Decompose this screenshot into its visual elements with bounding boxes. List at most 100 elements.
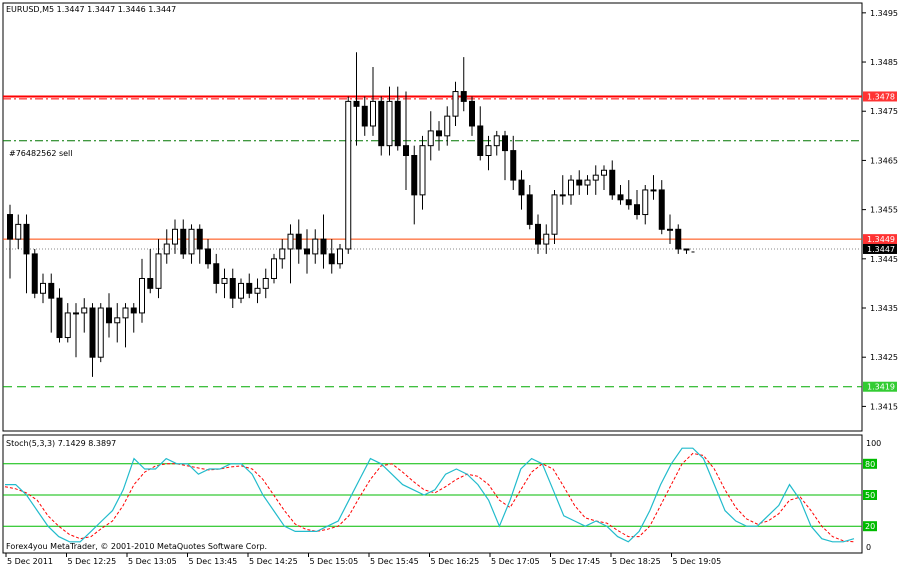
candle-body[interactable]	[543, 233, 550, 245]
candle-body[interactable]	[642, 189, 649, 216]
candle-body[interactable]	[205, 248, 211, 265]
candle-body[interactable]	[658, 189, 665, 230]
candle-body[interactable]	[180, 228, 187, 255]
candle-body[interactable]	[221, 277, 228, 284]
candle-body[interactable]	[551, 194, 558, 235]
candle-body[interactable]	[559, 194, 566, 197]
order-label: #76482562 sell	[9, 149, 73, 158]
candle-body[interactable]	[683, 248, 690, 251]
candle-body[interactable]	[81, 307, 88, 314]
candle-body[interactable]	[122, 307, 129, 319]
time-tick-label: 5 Dec 15:05	[310, 557, 359, 566]
price-tick-label: 1.3445	[870, 255, 898, 264]
candle-body[interactable]	[31, 253, 38, 294]
candle-body[interactable]	[477, 125, 484, 157]
candle-body[interactable]	[617, 194, 624, 201]
candle-body[interactable]	[403, 145, 409, 157]
candle-body[interactable]	[254, 287, 261, 294]
candle-body[interactable]	[337, 248, 343, 265]
candle-body[interactable]	[106, 307, 112, 324]
stoch-level-label: 0	[866, 543, 871, 552]
candle-body[interactable]	[667, 228, 673, 231]
candle-body[interactable]	[40, 282, 46, 294]
candle-body[interactable]	[139, 277, 145, 314]
candle-body[interactable]	[460, 91, 467, 102]
candle-body[interactable]	[361, 105, 368, 127]
candle-body[interactable]	[7, 214, 13, 240]
time-tick-label: 5 Dec 18:25	[612, 557, 661, 566]
candle-body[interactable]	[411, 155, 418, 196]
candle-body[interactable]	[320, 238, 327, 255]
candle-body[interactable]	[394, 100, 401, 147]
candle-body[interactable]	[485, 145, 492, 157]
candle-body[interactable]	[419, 145, 426, 196]
candle-body[interactable]	[229, 277, 236, 299]
candle-body[interactable]	[23, 223, 30, 255]
price-badge-label: 1.3478	[867, 92, 895, 101]
candle-body[interactable]	[378, 100, 385, 147]
candle-body[interactable]	[452, 91, 459, 117]
candle-body[interactable]	[238, 282, 244, 299]
candle-body[interactable]	[518, 179, 525, 196]
trading-chart[interactable]: 1.34951.34851.34751.34651.34551.34451.34…	[0, 0, 899, 570]
candle-body[interactable]	[345, 100, 352, 250]
candle-body[interactable]	[469, 100, 475, 127]
candle-body[interactable]	[246, 282, 253, 294]
candle-body[interactable]	[502, 135, 508, 152]
candle-body[interactable]	[89, 307, 96, 358]
price-panel[interactable]: 1.34951.34851.34751.34651.34551.34451.34…	[2, 2, 898, 432]
price-tick-label: 1.3485	[870, 58, 898, 67]
candle-body[interactable]	[279, 248, 286, 260]
candle-body[interactable]	[535, 223, 541, 245]
candle-body[interactable]	[15, 223, 22, 240]
candle-body[interactable]	[287, 233, 294, 250]
candle-body[interactable]	[163, 243, 170, 255]
candle-body[interactable]	[172, 228, 178, 245]
candle-body[interactable]	[155, 253, 162, 289]
candle-body[interactable]	[114, 317, 121, 324]
candle-body[interactable]	[130, 307, 137, 314]
candle-body[interactable]	[493, 135, 500, 147]
candle-body[interactable]	[592, 174, 599, 181]
candle-body[interactable]	[188, 228, 195, 255]
candle-body[interactable]	[386, 100, 393, 147]
candle-body[interactable]	[526, 194, 533, 225]
candle-body[interactable]	[634, 204, 640, 216]
candle-body[interactable]	[601, 169, 607, 176]
candle-body[interactable]	[97, 307, 104, 358]
candle-body[interactable]	[650, 189, 657, 192]
candle-body[interactable]	[370, 100, 376, 127]
candle-body[interactable]	[427, 130, 434, 147]
candle-body[interactable]	[304, 248, 310, 255]
candle-body[interactable]	[196, 228, 203, 250]
stoch-level-label: 50	[865, 491, 875, 500]
candle-body[interactable]	[625, 199, 632, 206]
candle-body[interactable]	[576, 179, 583, 186]
time-tick-label: 5 Dec 17:05	[491, 557, 540, 566]
candle-body[interactable]	[73, 312, 79, 315]
candle-body[interactable]	[213, 263, 220, 284]
candle-body[interactable]	[353, 100, 360, 107]
candle-body[interactable]	[436, 130, 442, 137]
candle-body[interactable]	[444, 115, 451, 137]
stochastic-panel-frame	[2, 434, 863, 554]
time-tick-label: 5 Dec 17:45	[552, 557, 601, 566]
candle-body[interactable]	[262, 277, 269, 289]
candle-body[interactable]	[147, 277, 154, 289]
candle-body[interactable]	[675, 228, 682, 250]
stoch-level-label: 20	[865, 522, 875, 531]
candle-body[interactable]	[510, 150, 517, 181]
candle-body[interactable]	[48, 282, 55, 299]
candle-body[interactable]	[568, 179, 574, 196]
symbol-header: EURUSD,M5 1.3447 1.3447 1.3446 1.3447	[6, 5, 176, 14]
stochastic-panel[interactable]: 100 80 50 20 0	[2, 434, 881, 554]
candle-body[interactable]	[64, 312, 71, 339]
candle-body[interactable]	[328, 253, 335, 265]
copyright-footer: Forex4you MetaTrader, © 2001-2010 MetaQu…	[6, 542, 267, 551]
candle-body[interactable]	[271, 258, 277, 279]
candle-body[interactable]	[56, 297, 63, 339]
candle-body[interactable]	[312, 238, 319, 255]
candle-body[interactable]	[584, 179, 591, 186]
candle-body[interactable]	[295, 233, 302, 250]
candle-body[interactable]	[609, 169, 616, 196]
